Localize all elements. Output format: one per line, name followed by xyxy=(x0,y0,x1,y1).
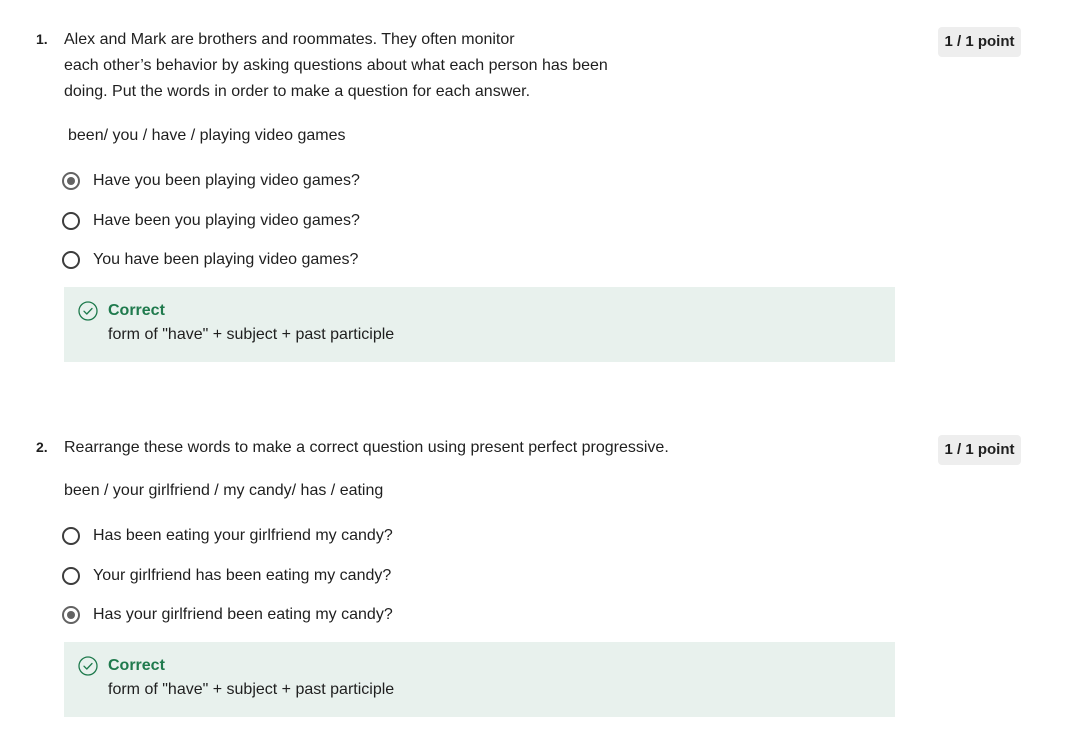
check-circle-icon xyxy=(78,656,98,676)
radio-button[interactable] xyxy=(62,251,80,269)
feedback-title: Correct xyxy=(108,657,165,674)
check-circle-icon xyxy=(78,301,98,321)
radio-button[interactable] xyxy=(62,527,80,545)
question-number: 2. xyxy=(36,439,48,455)
option-label: You have been playing video games? xyxy=(93,251,359,268)
feedback-panel: Correct form of "have" + subject + past … xyxy=(64,642,895,717)
option-label: Has been eating your girlfriend my candy… xyxy=(93,527,393,544)
option-label: Have been you playing video games? xyxy=(93,212,360,229)
option-label: Has your girlfriend been eating my candy… xyxy=(93,606,393,623)
points-badge: 1 / 1 point xyxy=(938,27,1021,57)
answer-option[interactable]: Have been you playing video games? xyxy=(62,209,360,233)
answer-option[interactable]: Your girlfriend has been eating my candy… xyxy=(62,564,391,588)
answer-option[interactable]: Have you been playing video games? xyxy=(62,169,360,193)
feedback-title: Correct xyxy=(108,302,165,319)
word-bank: been/ you / have / playing video games xyxy=(68,127,346,144)
question-prompt: Rearrange these words to make a correct … xyxy=(64,439,669,456)
answer-option[interactable]: Has been eating your girlfriend my candy… xyxy=(62,524,393,548)
question-prompt: Alex and Mark are brothers and roommates… xyxy=(64,31,608,100)
answer-option[interactable]: You have been playing video games? xyxy=(62,248,358,272)
word-bank: been / your girlfriend / my candy/ has /… xyxy=(64,482,384,499)
question-number: 1. xyxy=(36,31,48,47)
radio-button[interactable] xyxy=(62,212,80,230)
feedback-panel: Correct form of "have" + subject + past … xyxy=(64,287,895,362)
radio-button-selected[interactable] xyxy=(62,606,80,624)
feedback-text: form of "have" + subject + past particip… xyxy=(108,326,395,343)
feedback-text: form of "have" + subject + past particip… xyxy=(108,681,395,698)
radio-button[interactable] xyxy=(62,567,80,585)
radio-button-selected[interactable] xyxy=(62,172,80,190)
answer-option[interactable]: Has your girlfriend been eating my candy… xyxy=(62,603,393,627)
option-label: Your girlfriend has been eating my candy… xyxy=(93,567,392,584)
points-badge: 1 / 1 point xyxy=(938,435,1021,465)
option-label: Have you been playing video games? xyxy=(93,172,360,189)
